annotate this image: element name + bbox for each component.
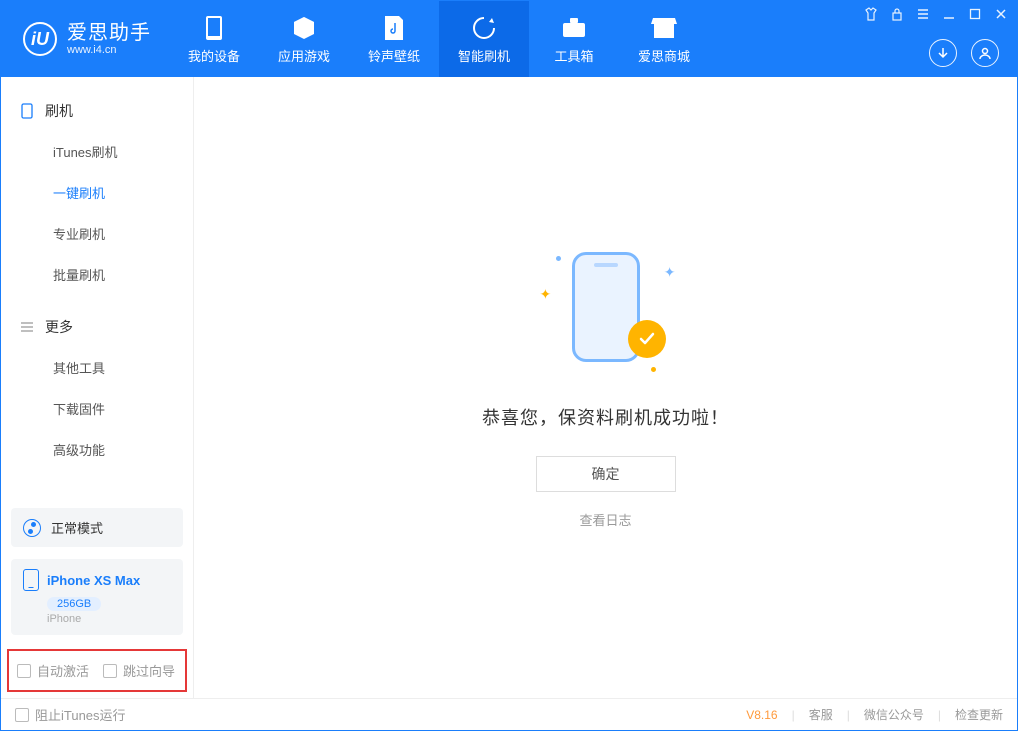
mode-icon (23, 519, 41, 537)
list-icon (19, 319, 35, 335)
sidebar-item-advanced[interactable]: 高级功能 (1, 429, 193, 470)
sidebar-scroll: 刷机 iTunes刷机 一键刷机 专业刷机 批量刷机 更多 其他工具 下载固件 … (1, 77, 193, 502)
link-support[interactable]: 客服 (809, 706, 833, 723)
group-title: 刷机 (45, 101, 73, 121)
app-url: www.i4.cn (67, 44, 151, 56)
dot-icon (556, 256, 561, 261)
nav-tab-label: 智能刷机 (458, 46, 510, 65)
nav-tab-label: 应用游戏 (278, 46, 330, 65)
sparkle-icon: ✦ (540, 286, 552, 303)
view-log-link[interactable]: 查看日志 (579, 510, 631, 529)
nav-tab-label: 工具箱 (554, 46, 593, 65)
nav-tabs: 我的设备 应用游戏 铃声壁纸 智能刷机 工具箱 爱思商城 (169, 1, 709, 77)
phone-icon (200, 14, 228, 42)
nav-tab-ringtone[interactable]: 铃声壁纸 (349, 1, 439, 77)
nav-tab-apps[interactable]: 应用游戏 (259, 1, 349, 77)
group-title: 更多 (45, 317, 73, 337)
refresh-shield-icon (470, 14, 498, 42)
nav-tab-label: 爱思商城 (638, 46, 690, 65)
device-type: iPhone (47, 613, 171, 625)
main-content: ✦ ✦ 恭喜您，保资料刷机成功啦！ 确定 查看日志 (194, 77, 1017, 698)
sidebar-item-pro-flash[interactable]: 专业刷机 (1, 213, 193, 254)
sidebar-group-flash[interactable]: 刷机 (1, 91, 193, 131)
device-mode-box[interactable]: 正常模式 (11, 508, 183, 547)
download-button[interactable] (929, 39, 957, 67)
checkbox-icon (103, 664, 117, 678)
minimize-button[interactable] (939, 5, 959, 23)
link-wechat[interactable]: 微信公众号 (864, 706, 924, 723)
app-logo-icon: iU (23, 22, 57, 56)
version-label: V8.16 (746, 708, 777, 722)
checkbox-icon (17, 664, 31, 678)
nav-tab-toolbox[interactable]: 工具箱 (529, 1, 619, 77)
music-file-icon (380, 14, 408, 42)
sparkle-icon: ✦ (664, 264, 676, 281)
device-capacity-badge: 256GB (47, 597, 101, 611)
checkbox-auto-activate[interactable]: 自动激活 (17, 661, 89, 680)
nav-tab-store[interactable]: 爱思商城 (619, 1, 709, 77)
menu-icon[interactable] (913, 5, 933, 23)
checkbox-label: 跳过向导 (123, 661, 175, 680)
separator: | (938, 708, 941, 722)
sidebar-item-itunes-flash[interactable]: iTunes刷机 (1, 131, 193, 172)
device-info-box[interactable]: iPhone XS Max 256GB iPhone (11, 559, 183, 635)
maximize-button[interactable] (965, 5, 985, 23)
shirt-icon[interactable] (861, 5, 881, 23)
app-window: iU 爱思助手 www.i4.cn 我的设备 应用游戏 铃声壁纸 智能刷机 (0, 0, 1018, 731)
checkbox-label: 阻止iTunes运行 (35, 705, 126, 724)
dot-icon (651, 367, 656, 372)
checkbox-icon (15, 708, 29, 722)
nav-tab-my-device[interactable]: 我的设备 (169, 1, 259, 77)
titlebar: iU 爱思助手 www.i4.cn 我的设备 应用游戏 铃声壁纸 智能刷机 (1, 1, 1017, 77)
ok-button[interactable]: 确定 (536, 456, 676, 492)
link-check-update[interactable]: 检查更新 (955, 706, 1003, 723)
titlebar-actions (929, 39, 999, 67)
body-area: 刷机 iTunes刷机 一键刷机 专业刷机 批量刷机 更多 其他工具 下载固件 … (1, 77, 1017, 698)
store-icon (650, 14, 678, 42)
device-phone-icon (23, 569, 39, 591)
mode-label: 正常模式 (51, 518, 103, 537)
sidebar-item-download-firmware[interactable]: 下载固件 (1, 388, 193, 429)
checkmark-badge-icon (628, 320, 666, 358)
nav-tab-label: 铃声壁纸 (368, 46, 420, 65)
sidebar-item-other-tools[interactable]: 其他工具 (1, 347, 193, 388)
user-button[interactable] (971, 39, 999, 67)
statusbar: 阻止iTunes运行 V8.16 | 客服 | 微信公众号 | 检查更新 (1, 698, 1017, 730)
sidebar-item-batch-flash[interactable]: 批量刷机 (1, 254, 193, 295)
checkbox-label: 自动激活 (37, 661, 89, 680)
checkbox-skip-guide[interactable]: 跳过向导 (103, 661, 175, 680)
device-name: iPhone XS Max (47, 573, 140, 588)
success-illustration: ✦ ✦ (536, 246, 676, 376)
separator: | (792, 708, 795, 722)
app-name: 爱思助手 (67, 22, 151, 44)
sidebar-item-oneclick-flash[interactable]: 一键刷机 (1, 172, 193, 213)
sidebar: 刷机 iTunes刷机 一键刷机 专业刷机 批量刷机 更多 其他工具 下载固件 … (1, 77, 194, 698)
flash-options-highlight: 自动激活 跳过向导 (7, 649, 187, 692)
toolbox-icon (560, 14, 588, 42)
close-button[interactable] (991, 5, 1011, 23)
phone-outline-icon (19, 103, 35, 119)
logo-text: 爱思助手 www.i4.cn (67, 22, 151, 56)
checkbox-block-itunes[interactable]: 阻止iTunes运行 (15, 705, 126, 724)
separator: | (847, 708, 850, 722)
cube-icon (290, 14, 318, 42)
window-controls (861, 5, 1011, 23)
nav-tab-label: 我的设备 (188, 46, 240, 65)
success-message: 恭喜您，保资料刷机成功啦！ (482, 404, 729, 430)
lock-icon[interactable] (887, 5, 907, 23)
sidebar-group-more[interactable]: 更多 (1, 307, 193, 347)
logo-area: iU 爱思助手 www.i4.cn (1, 1, 169, 77)
nav-tab-flash[interactable]: 智能刷机 (439, 1, 529, 77)
